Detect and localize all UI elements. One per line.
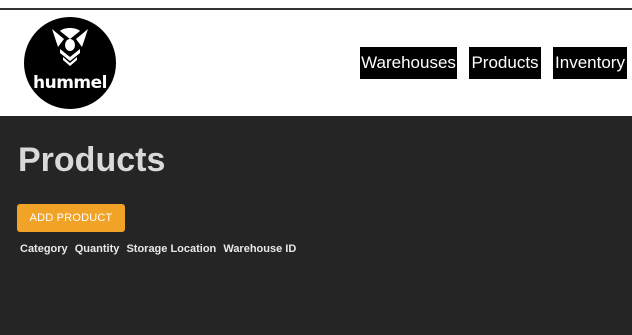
- column-header-quantity: Quantity: [74, 243, 120, 255]
- add-product-button[interactable]: ADD PRODUCT: [17, 204, 125, 232]
- brand-logo[interactable]: hummel: [24, 17, 116, 109]
- page-title: Products: [18, 141, 166, 179]
- nav-warehouses-button[interactable]: Warehouses: [360, 47, 457, 79]
- site-header: hummel Warehouses Products Inventory: [0, 10, 632, 116]
- page: hummel Warehouses Products Inventory Pro…: [0, 0, 632, 335]
- nav-products-button[interactable]: Products: [469, 47, 541, 79]
- brand-logo-text: hummel: [33, 73, 108, 93]
- column-header-category: Category: [20, 243, 68, 255]
- column-header-storage-location: Storage Location: [126, 243, 217, 255]
- hummel-bee-logo-icon: [52, 28, 88, 66]
- column-header-warehouse-id: Warehouse ID: [223, 243, 297, 255]
- main-content: Products ADD PRODUCT Category Quantity S…: [0, 116, 632, 335]
- table-header-row: Category Quantity Storage Location Wareh…: [20, 243, 296, 255]
- nav-inventory-button[interactable]: Inventory: [553, 47, 627, 79]
